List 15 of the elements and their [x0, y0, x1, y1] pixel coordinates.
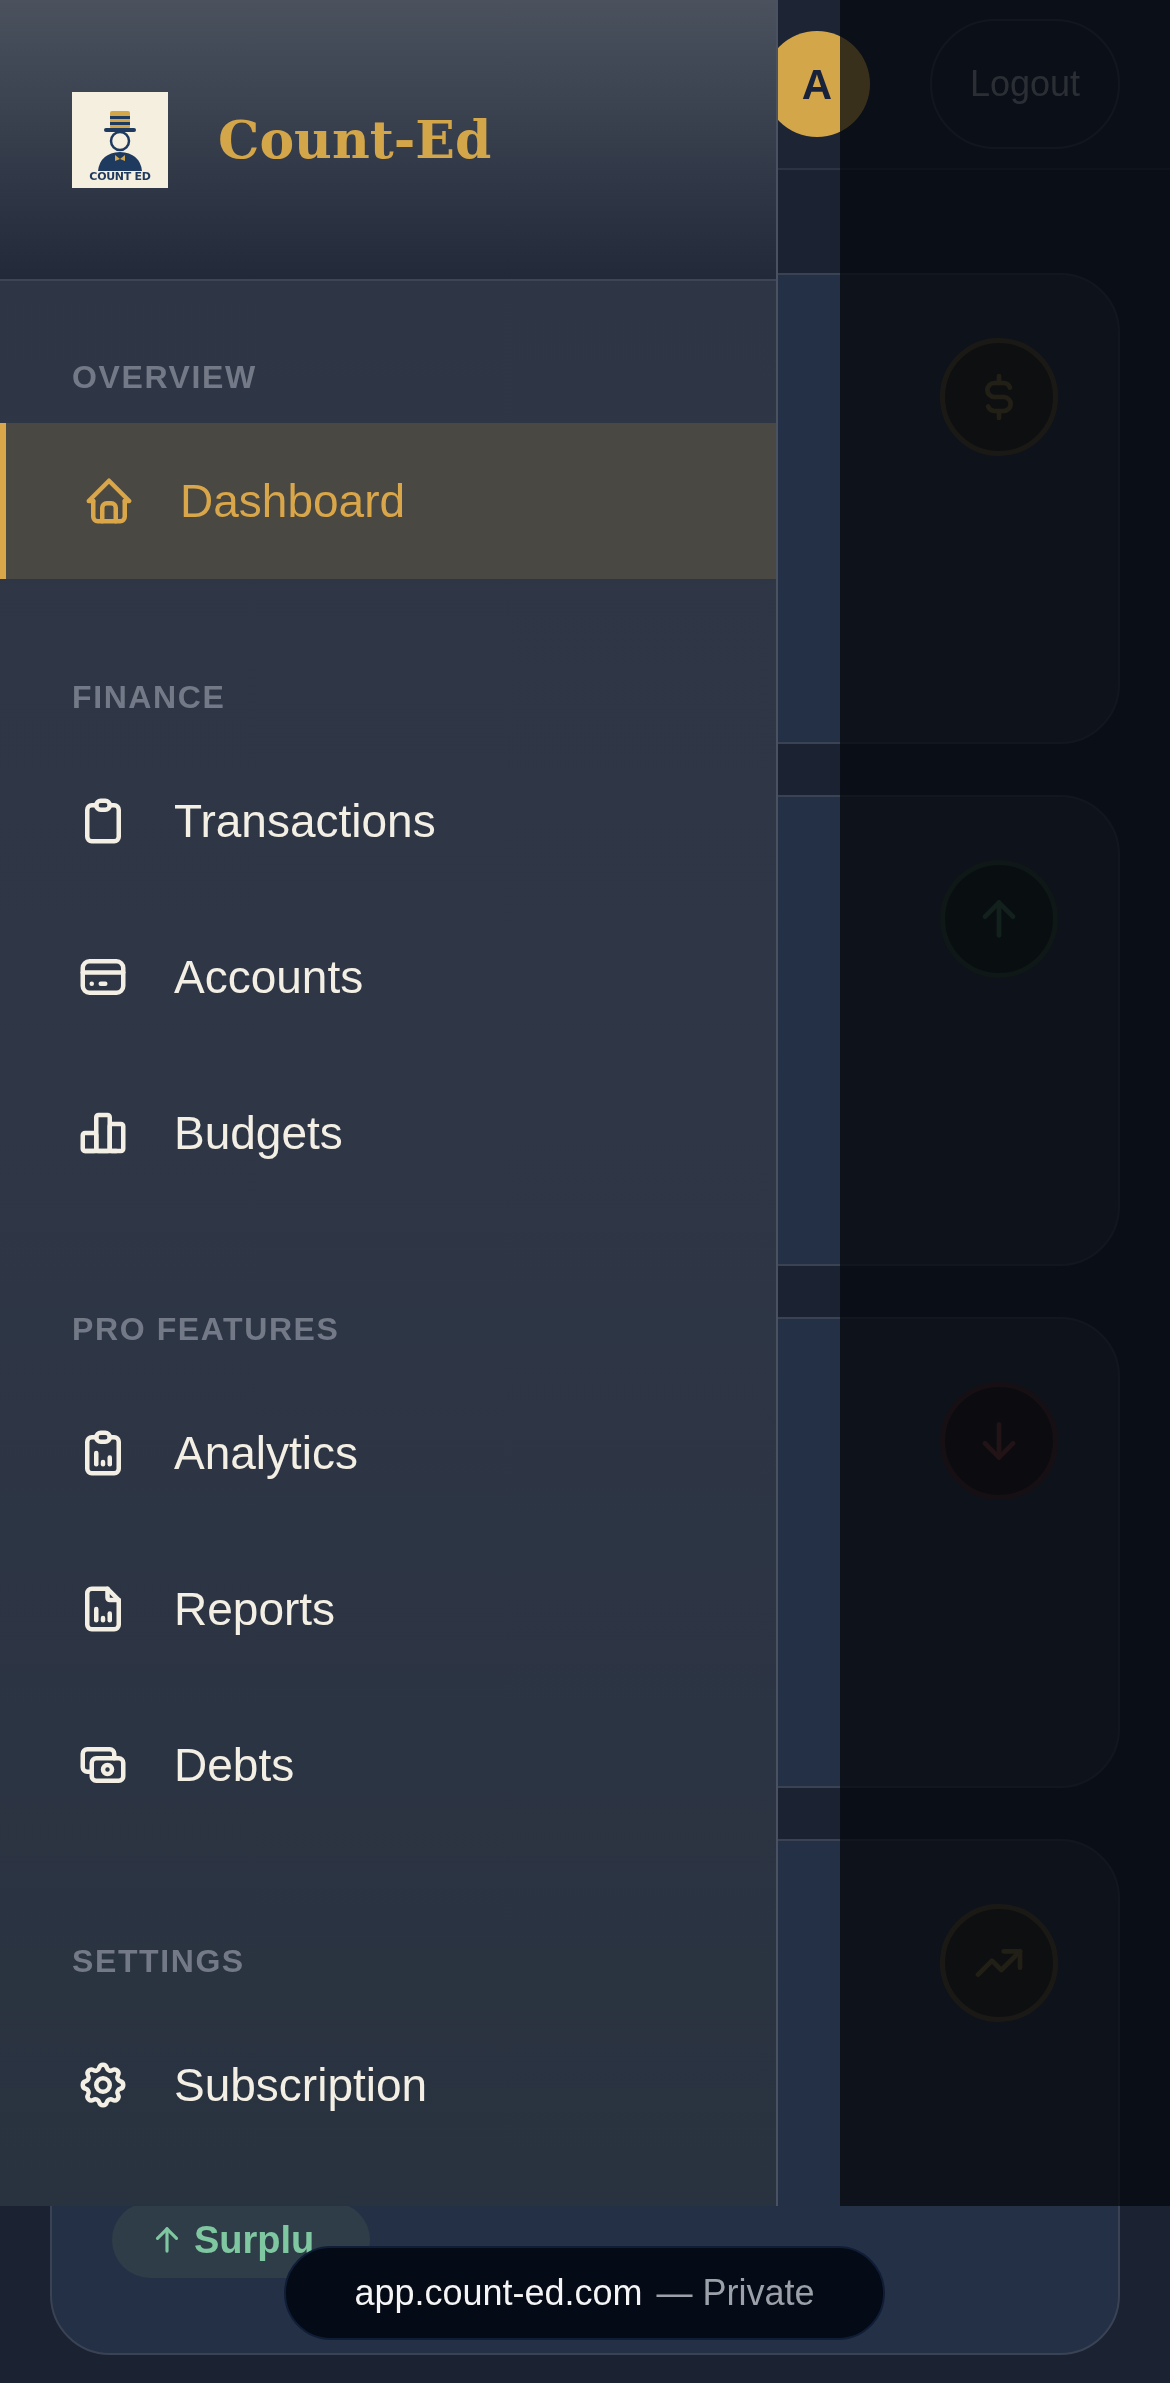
- nav-item[interactable]: Subscription: [0, 2007, 776, 2163]
- section-label: OVERVIEW: [72, 359, 257, 395]
- nav-item[interactable]: Budgets: [0, 1055, 776, 1211]
- section-label: PRO FEATURES: [72, 1311, 340, 1347]
- brand-name: Count-Ed: [218, 107, 492, 172]
- section-label: FINANCE: [72, 679, 226, 715]
- nav-item[interactable]: Transactions: [0, 743, 776, 899]
- logo-text: COUNT ED: [89, 170, 151, 182]
- privacy-label: — Private: [656, 2271, 815, 2315]
- section-label: SETTINGS: [72, 1943, 245, 1979]
- nav-item[interactable]: Accounts: [0, 899, 776, 1055]
- nav-item[interactable]: Reports: [0, 1531, 776, 1687]
- nav-item[interactable]: Analytics: [0, 1375, 776, 1531]
- nav-item[interactable]: Debts: [0, 1687, 776, 1843]
- nav-item[interactable]: Dashboard: [0, 423, 776, 579]
